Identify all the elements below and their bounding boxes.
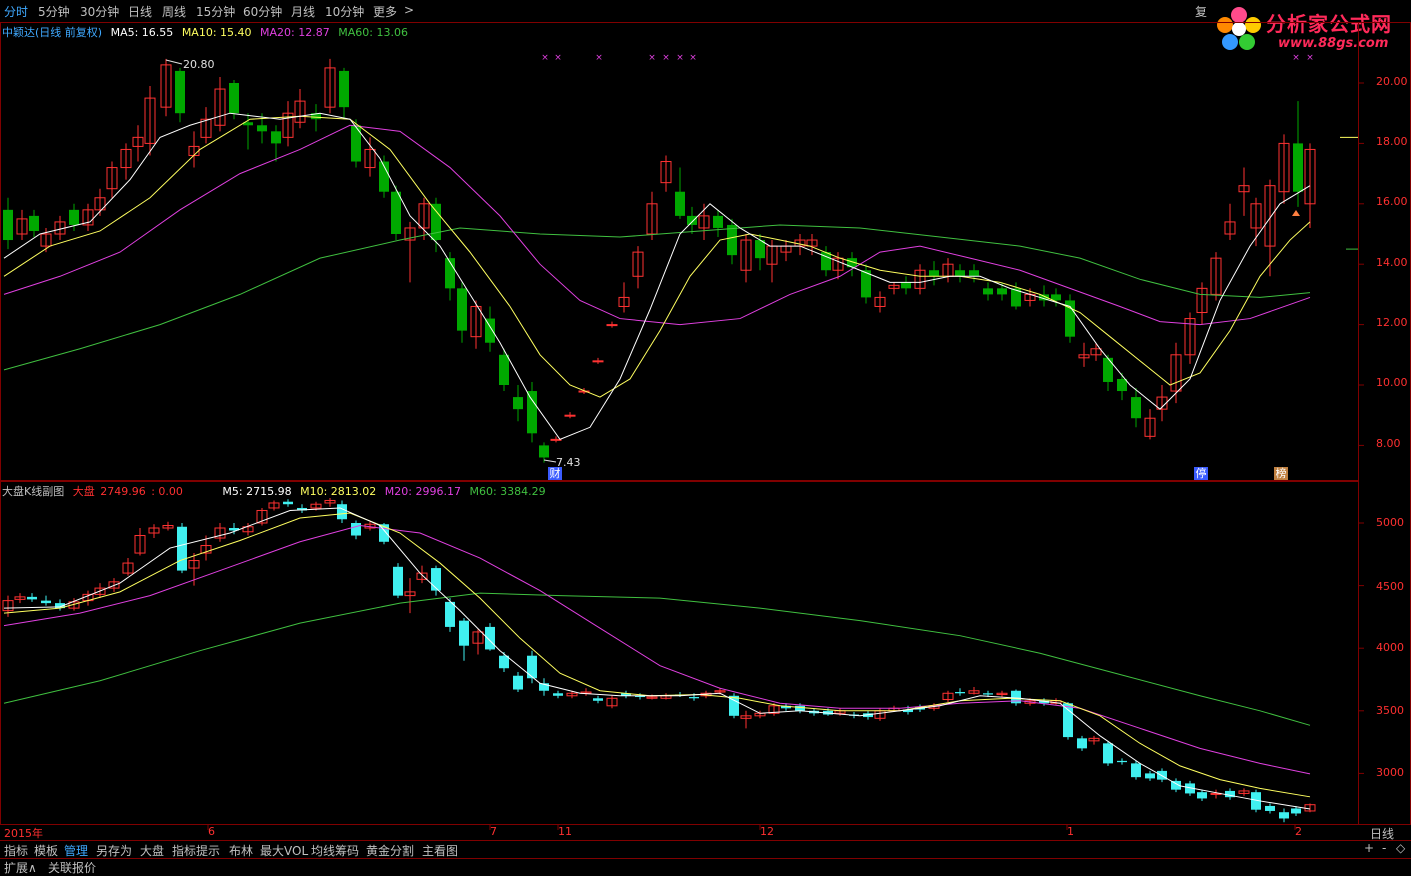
index-tick: 3000 — [1376, 766, 1404, 779]
zoom-in-button[interactable]: + — [1364, 841, 1374, 855]
indicator-tabs: 指标 模板 管理 另存为 大盘 指标提示 布林 最大VOL 均线筹码 黄金分割 … — [0, 840, 1411, 859]
date-label: 12 — [760, 825, 774, 838]
linked-quote-button[interactable]: 关联报价 — [48, 859, 96, 876]
tab-30min[interactable]: 30分钟 — [80, 3, 119, 20]
status-bar: 扩展∧ 关联报价 — [0, 858, 1411, 875]
date-label: 7 — [490, 825, 497, 838]
tab-indicator-hint[interactable]: 指标提示 — [172, 842, 220, 859]
date-label: 2015年 — [4, 827, 43, 840]
price-tick: 10.00 — [1376, 376, 1408, 389]
price-tick: 20.00 — [1376, 75, 1408, 88]
period-toolbar: 分时 5分钟 30分钟 日线 周线 15分钟 60分钟 月线 10分钟 更多 >… — [0, 0, 1411, 23]
date-label: 1 — [1067, 825, 1074, 838]
tab-bollinger[interactable]: 布林 — [229, 842, 253, 859]
tab-15min[interactable]: 15分钟 — [196, 3, 235, 20]
more-arrow-icon[interactable]: > — [404, 3, 414, 17]
tab-intraday[interactable]: 分时 — [4, 3, 28, 20]
price-tick: 14.00 — [1376, 256, 1408, 269]
index-tick: 4500 — [1376, 580, 1404, 593]
date-label: 6 — [208, 825, 215, 838]
tab-more[interactable]: 更多 — [373, 3, 397, 20]
tab-daily[interactable]: 日线 — [128, 3, 152, 20]
tab-weekly[interactable]: 周线 — [162, 3, 186, 20]
finance-marker[interactable]: 财 — [548, 467, 562, 480]
reset-view-icon[interactable]: ◇ — [1396, 841, 1405, 855]
suspend-marker[interactable]: 停 — [1194, 467, 1208, 480]
ranking-marker[interactable]: 榜 — [1274, 467, 1288, 480]
price-tick: 8.00 — [1376, 437, 1401, 450]
tab-5min[interactable]: 5分钟 — [38, 3, 70, 20]
tab-monthly[interactable]: 月线 — [291, 3, 315, 20]
date-axis: 2015年 6 7 11 12 1 2 — [0, 824, 1358, 840]
tab-60min[interactable]: 60分钟 — [243, 3, 282, 20]
tab-indicator[interactable]: 指标 — [4, 842, 28, 859]
tab-golden-section[interactable]: 黄金分割 — [366, 842, 414, 859]
price-tick: 12.00 — [1376, 316, 1408, 329]
index-tick: 3500 — [1376, 704, 1404, 717]
price-tick: 16.00 — [1376, 195, 1408, 208]
tab-save-as[interactable]: 另存为 — [96, 842, 132, 859]
tab-10min[interactable]: 10分钟 — [325, 3, 364, 20]
tab-ma-chips[interactable]: 均线筹码 — [311, 842, 359, 859]
tab-max-vol[interactable]: 最大VOL — [260, 842, 308, 859]
tab-template[interactable]: 模板 — [34, 842, 58, 859]
date-label: 11 — [558, 825, 572, 838]
sub-chart-pane[interactable] — [0, 481, 1359, 825]
expand-button[interactable]: 扩展∧ — [4, 859, 37, 876]
index-tick: 5000 — [1376, 516, 1404, 529]
high-price-annotation: 20.80 — [183, 58, 215, 71]
zoom-out-button[interactable]: - — [1382, 841, 1386, 855]
main-chart-pane[interactable] — [0, 22, 1359, 481]
tab-manage[interactable]: 管理 — [64, 842, 88, 859]
date-label: 2 — [1295, 825, 1302, 838]
price-tick: 18.00 — [1376, 135, 1408, 148]
tab-market[interactable]: 大盘 — [140, 842, 164, 859]
restore-button[interactable]: 复 — [1195, 3, 1207, 20]
tab-main-view[interactable]: 主看图 — [422, 842, 458, 859]
index-tick: 4000 — [1376, 641, 1404, 654]
